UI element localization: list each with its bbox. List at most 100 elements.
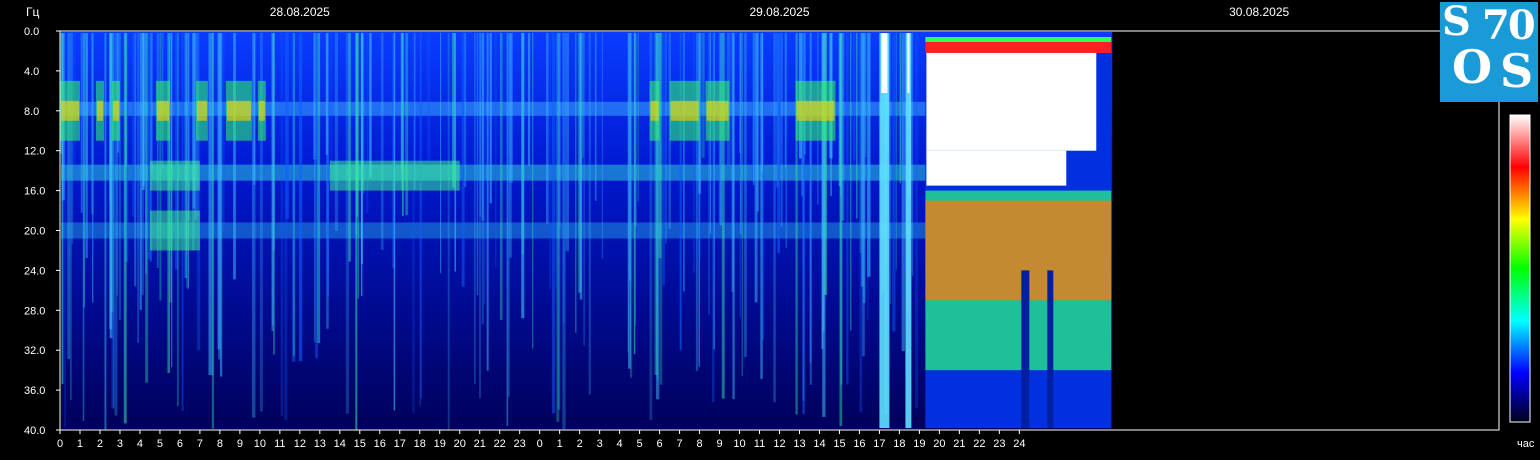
disturbed-gap xyxy=(1021,270,1030,428)
activity-core xyxy=(156,100,169,121)
activity-core xyxy=(226,100,251,121)
date-labels: 28.08.2025 29.08.2025 30.08.2025 xyxy=(270,5,1290,19)
noise-streak xyxy=(171,33,173,368)
x-tick-label: 0 xyxy=(57,438,63,450)
noise-streak xyxy=(741,33,743,377)
noise-streak xyxy=(506,33,509,426)
x-tick-label: 8 xyxy=(217,438,223,450)
x-tick-label: 22 xyxy=(973,438,985,450)
noise-streak xyxy=(662,33,665,286)
noise-streak xyxy=(412,33,415,413)
date-label: 28.08.2025 xyxy=(270,5,330,19)
saturated-white xyxy=(926,52,1097,151)
noise-streak xyxy=(271,33,274,332)
noise-streak xyxy=(846,33,849,385)
y-tick-label: 16.0 xyxy=(24,186,45,198)
noise-streak xyxy=(822,33,825,332)
x-tick-label: 10 xyxy=(733,438,745,450)
logo-letter-o: O xyxy=(1452,40,1493,94)
color-scale-bar xyxy=(1509,114,1531,423)
noise-streak xyxy=(400,33,403,173)
noise-streak xyxy=(899,33,902,184)
noise-streak xyxy=(713,33,715,350)
noise-streak xyxy=(708,33,710,315)
noise-streak xyxy=(345,33,350,414)
noise-streak xyxy=(551,33,556,414)
activity-band-14hz xyxy=(149,160,200,191)
noise-streak xyxy=(744,33,747,358)
noise-streak xyxy=(752,33,755,186)
noise-streak xyxy=(761,33,764,172)
noise-streak xyxy=(483,33,486,305)
x-tick-label: 2 xyxy=(577,438,583,450)
x-tick-label: 16 xyxy=(374,438,386,450)
noise-streak xyxy=(594,33,597,201)
x-tick-label: 23 xyxy=(514,438,526,450)
noise-streak xyxy=(634,33,637,226)
x-tick-label: 0 xyxy=(537,438,543,450)
activity-band-14hz xyxy=(329,160,460,191)
noise-streak xyxy=(839,33,843,427)
noise-streak xyxy=(732,33,735,400)
x-tick-label: 20 xyxy=(933,438,945,450)
noise-streak xyxy=(211,33,215,429)
noise-streak xyxy=(601,33,604,259)
noise-streak xyxy=(629,33,633,378)
heatmap-layer xyxy=(60,32,1113,431)
noise-streak xyxy=(679,33,682,350)
x-tick-label: 6 xyxy=(177,438,183,450)
activity-core xyxy=(670,100,699,121)
x-tick-label: 7 xyxy=(197,438,203,450)
x-tick-label: 3 xyxy=(597,438,603,450)
noise-streak xyxy=(92,33,94,256)
x-tick-label: 12 xyxy=(294,438,306,450)
noise-streak xyxy=(527,33,531,166)
x-tick-label: 9 xyxy=(237,438,243,450)
x-axis: 0 1 2 3 4 5 6 7 8 9 10 11 12 13 14 15 16 17 18 19 20 21 22 23 0 1… xyxy=(57,430,1025,450)
x-tick-label: 5 xyxy=(157,438,163,450)
noise-streak xyxy=(665,33,667,244)
noise-streak xyxy=(334,33,339,231)
y-tick-label: 28.0 xyxy=(24,305,45,317)
x-tick-label: 24 xyxy=(1013,438,1025,450)
noise-streak xyxy=(588,33,591,395)
activity-band-20hz xyxy=(149,210,200,251)
noise-streak xyxy=(862,33,865,357)
noise-streak xyxy=(123,33,127,424)
noise-streak xyxy=(889,33,891,305)
x-tick-label: 6 xyxy=(657,438,663,450)
noise-streak xyxy=(701,33,705,158)
disturbed-top-edge xyxy=(925,40,1112,53)
x-tick-label: 16 xyxy=(853,438,865,450)
activity-core xyxy=(706,100,729,121)
x-tick-label: 14 xyxy=(334,438,346,450)
date-label: 30.08.2025 xyxy=(1229,5,1289,19)
noise-streak xyxy=(85,33,88,181)
noise-streak xyxy=(393,33,396,411)
disturbed-orange xyxy=(925,200,1112,301)
x-tick-label: 12 xyxy=(773,438,785,450)
noise-streak xyxy=(481,33,484,325)
noise-streak xyxy=(486,33,489,371)
noise-streak xyxy=(895,33,897,270)
noise-streak xyxy=(325,33,328,155)
x-tick-label: 19 xyxy=(434,438,446,450)
noise-streak xyxy=(911,33,914,276)
saturated-white-lower xyxy=(926,150,1067,186)
noise-streak xyxy=(773,33,776,403)
noise-streak xyxy=(141,33,145,191)
activity-core xyxy=(796,100,835,121)
sos70-logo: S 70 O S xyxy=(1440,2,1538,102)
noise-streak xyxy=(116,33,118,296)
logo-letter-s2: S xyxy=(1500,44,1534,98)
noise-streak xyxy=(853,33,855,183)
x-tick-label: 13 xyxy=(314,438,326,450)
noise-streak xyxy=(562,33,566,430)
x-tick-label: 21 xyxy=(953,438,965,450)
noise-streak xyxy=(330,33,332,163)
activity-core xyxy=(61,100,79,121)
noise-streak xyxy=(82,33,85,421)
activity-core xyxy=(258,100,265,121)
noise-streak xyxy=(315,33,318,359)
disturbed-gap xyxy=(1047,270,1054,428)
